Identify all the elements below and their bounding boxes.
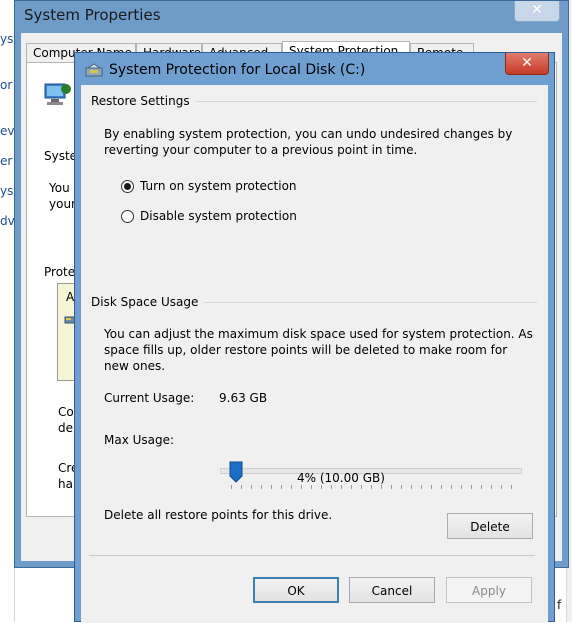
background-text-fragment: er bbox=[0, 154, 13, 168]
background-text-fragment: f bbox=[557, 598, 562, 612]
parent-text-fragment: Syste bbox=[44, 149, 78, 163]
slider-tick bbox=[291, 485, 292, 489]
slider-tick bbox=[441, 485, 442, 489]
system-protection-dialog: System Protection for Local Disk (C:) ✕ … bbox=[74, 52, 555, 623]
ok-button[interactable]: OK bbox=[253, 577, 339, 603]
radio-turn-on-protection[interactable]: Turn on system protection bbox=[121, 179, 297, 193]
dialog-close-button[interactable]: ✕ bbox=[505, 53, 549, 75]
max-usage-label: Max Usage: bbox=[104, 433, 175, 447]
slider-tick bbox=[251, 485, 252, 489]
slider-tick bbox=[471, 485, 472, 489]
dialog-client-area: Restore Settings By enabling system prot… bbox=[81, 85, 548, 623]
buttons-divider bbox=[89, 555, 535, 556]
slider-tick bbox=[461, 485, 462, 489]
parent-text-fragment: You bbox=[49, 181, 70, 195]
radio-label: Disable system protection bbox=[140, 209, 297, 223]
dialog-title: System Protection for Local Disk (C:) bbox=[109, 62, 366, 78]
slider-tick bbox=[321, 485, 322, 489]
slider-tick bbox=[281, 485, 282, 489]
slider-tick bbox=[301, 485, 302, 489]
drive-list-header: A bbox=[66, 290, 75, 304]
slider-tick bbox=[481, 485, 482, 489]
cancel-button[interactable]: Cancel bbox=[349, 577, 435, 603]
slider-tick bbox=[261, 485, 262, 489]
slider-tick bbox=[451, 485, 452, 489]
slider-tick bbox=[511, 485, 512, 489]
slider-tick bbox=[361, 485, 362, 489]
delete-button[interactable]: Delete bbox=[447, 513, 533, 539]
radio-disable-protection[interactable]: Disable system protection bbox=[121, 209, 297, 223]
slider-tick bbox=[371, 485, 372, 489]
restore-settings-heading: Restore Settings bbox=[91, 94, 196, 108]
radio-button[interactable] bbox=[121, 209, 134, 223]
delete-description: Delete all restore points for this drive… bbox=[104, 508, 333, 522]
background-text-fragment: or bbox=[0, 78, 13, 92]
slider-ticks bbox=[231, 485, 521, 491]
computer-icon bbox=[44, 83, 71, 105]
background-text-fragment: ev bbox=[0, 124, 15, 138]
background-text-fragment: ys bbox=[0, 32, 14, 46]
slider-tick bbox=[421, 485, 422, 489]
background-text-fragment: dv bbox=[0, 214, 15, 228]
disk-description: You can adjust the maximum disk space us… bbox=[104, 327, 533, 373]
disk-space-heading: Disk Space Usage bbox=[91, 295, 205, 309]
window-title: System Properties bbox=[24, 6, 161, 24]
slider-tick bbox=[431, 485, 432, 489]
slider-tick bbox=[311, 485, 312, 489]
slider-tick bbox=[271, 485, 272, 489]
parent-text-fragment: Prote bbox=[44, 265, 76, 279]
slider-tick bbox=[331, 485, 332, 489]
current-usage-label: Current Usage: bbox=[104, 391, 195, 405]
slider-tick bbox=[501, 485, 502, 489]
system-protection-icon bbox=[85, 63, 103, 77]
slider-tick bbox=[231, 485, 232, 489]
restore-description: By enabling system protection, you can u… bbox=[104, 127, 513, 157]
max-usage-slider-thumb[interactable] bbox=[229, 461, 243, 483]
slider-tick bbox=[401, 485, 402, 489]
slider-tick bbox=[381, 485, 382, 489]
slider-tick bbox=[411, 485, 412, 489]
slider-tick bbox=[351, 485, 352, 489]
radio-button-selected[interactable] bbox=[121, 179, 134, 193]
max-usage-readout: 4% (10.00 GB) bbox=[297, 471, 385, 485]
parent-text-fragment: ha bbox=[58, 477, 73, 491]
slider-tick bbox=[341, 485, 342, 489]
parent-text-fragment: Co bbox=[58, 405, 74, 419]
current-usage-value: 9.63 GB bbox=[219, 391, 268, 405]
background-window-left: ys or ev er ys dv bbox=[0, 0, 15, 622]
parent-close-button[interactable]: ✕ bbox=[514, 1, 560, 22]
slider-tick bbox=[491, 485, 492, 489]
apply-button[interactable]: Apply bbox=[446, 577, 532, 603]
radio-label: Turn on system protection bbox=[140, 179, 297, 193]
slider-tick bbox=[391, 485, 392, 489]
parent-text-fragment: de bbox=[58, 421, 73, 435]
slider-tick bbox=[241, 485, 242, 489]
background-text-fragment: ys bbox=[0, 184, 14, 198]
parent-text-fragment: your bbox=[49, 197, 76, 211]
